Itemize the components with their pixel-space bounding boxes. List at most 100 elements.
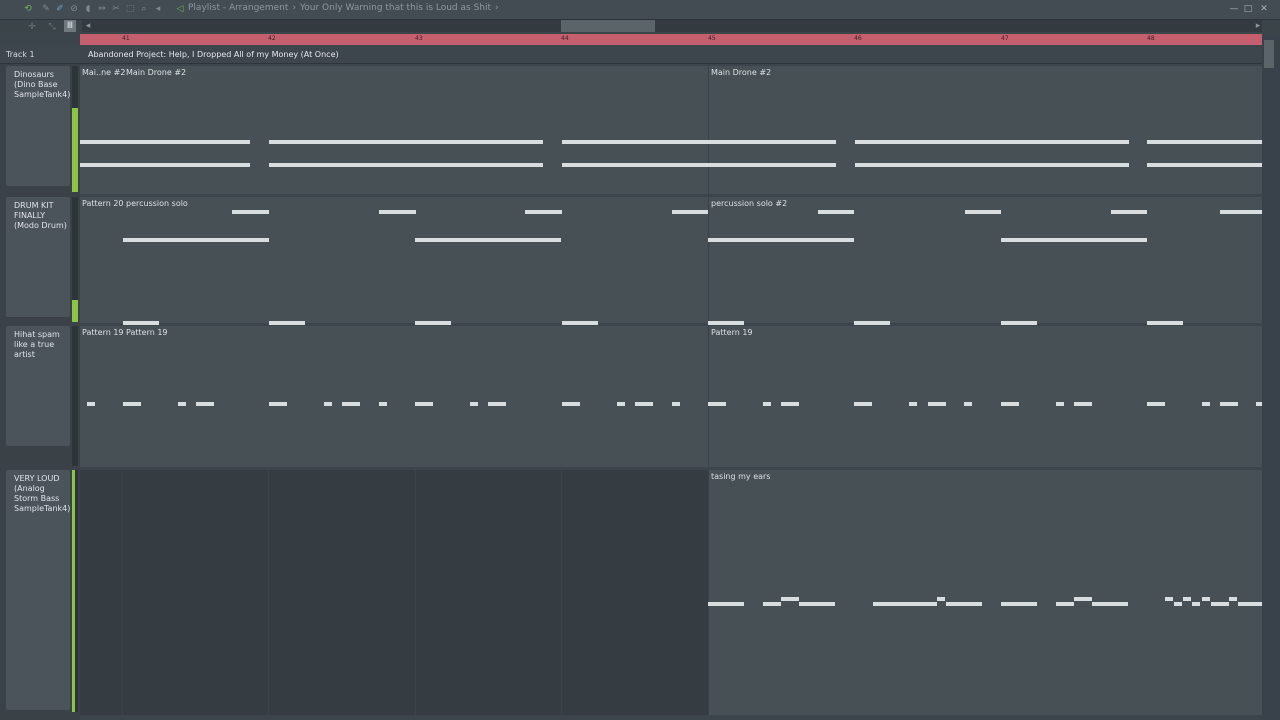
track-label[interactable]: Hihat spam like a true artist	[6, 326, 70, 446]
clip-name[interactable]: percussion solo #2	[711, 199, 787, 208]
note	[379, 402, 387, 406]
delete-icon[interactable]: ⊘	[68, 3, 80, 15]
clip-name[interactable]: Pattern 20	[82, 199, 124, 208]
note	[196, 402, 214, 406]
track-label-text: VERY LOUD (Analog Storm Bass SampleTank4…	[14, 474, 71, 513]
clip-name[interactable]: Pattern 19	[711, 328, 753, 337]
bar-line	[561, 470, 562, 715]
empty-lane-area[interactable]	[80, 470, 708, 715]
track-lane[interactable]	[80, 326, 1262, 467]
track-label-text: DRUM KIT FINALLY (Modo Drum)	[14, 201, 67, 230]
vertical-scrollbar[interactable]	[1262, 34, 1280, 720]
note	[799, 602, 835, 606]
note	[123, 402, 141, 406]
track-label[interactable]: DRUM KIT FINALLY (Modo Drum)	[6, 197, 70, 317]
bar-number: 43	[415, 35, 423, 42]
clip-name[interactable]: tasing my ears	[711, 472, 770, 481]
note	[1001, 238, 1147, 242]
play-icon[interactable]: ◁	[174, 3, 186, 15]
track-name[interactable]: Track 1	[6, 50, 35, 59]
bar-line	[122, 470, 123, 715]
bar-number: 41	[122, 35, 130, 42]
close-button[interactable]: ✕	[1258, 3, 1270, 15]
note	[946, 602, 982, 606]
zoom-icon[interactable]: ⌕	[138, 3, 150, 15]
timeline-ruler[interactable]	[80, 34, 1262, 45]
bar-number: 48	[1147, 35, 1155, 42]
note	[635, 402, 653, 406]
note	[562, 163, 836, 167]
note	[763, 402, 771, 406]
note	[708, 602, 744, 606]
clip-name[interactable]: Pattern 19	[82, 328, 124, 337]
note	[781, 402, 799, 406]
maximize-button[interactable]: □	[1242, 3, 1254, 15]
note	[232, 210, 269, 214]
clip-name[interactable]: percussion solo	[126, 199, 188, 208]
track-lane[interactable]	[80, 66, 1262, 194]
track-label-text: Hihat spam like a true artist	[14, 330, 60, 359]
track-lane[interactable]	[80, 197, 1262, 323]
note	[1220, 402, 1238, 406]
separator-icon: ›	[292, 3, 296, 13]
note	[763, 602, 781, 606]
horizontal-scrollbar[interactable]	[82, 20, 1262, 32]
mute-icon[interactable]: ◖	[82, 3, 94, 15]
note	[269, 402, 287, 406]
vertical-scroll-thumb[interactable]	[1264, 40, 1274, 68]
note	[562, 321, 598, 325]
scroll-left-icon[interactable]: ◂	[82, 20, 94, 32]
note	[415, 321, 451, 325]
note	[470, 402, 478, 406]
note	[1220, 210, 1262, 214]
note	[1202, 402, 1210, 406]
resize-icon[interactable]: ⤡	[46, 21, 58, 33]
note	[708, 321, 744, 325]
slice-icon[interactable]: ✂	[110, 3, 122, 15]
bar-number: 44	[561, 35, 569, 42]
clip-name[interactable]: Main Drone #2	[126, 68, 186, 77]
note	[1001, 321, 1037, 325]
note	[562, 402, 580, 406]
note	[854, 321, 890, 325]
note	[873, 602, 937, 606]
playback-icon[interactable]: ◂	[152, 3, 164, 15]
minimize-button[interactable]: —	[1228, 3, 1240, 15]
note	[525, 210, 562, 214]
bar-number: 42	[268, 35, 276, 42]
note	[123, 321, 159, 325]
note	[123, 238, 269, 242]
note	[1074, 402, 1092, 406]
bar-number: 45	[708, 35, 716, 42]
note	[1211, 602, 1229, 606]
select-icon[interactable]: ⬚	[124, 3, 136, 15]
snap-icon[interactable]: ⟲	[22, 3, 34, 15]
bar-line	[415, 470, 416, 715]
window-title: Playlist - Arrangement › Your Only Warning…	[188, 3, 503, 13]
zoom-in-icon[interactable]: ✛	[26, 21, 38, 33]
note	[1147, 140, 1262, 144]
horizontal-scroll-thumb[interactable]	[561, 20, 655, 32]
note	[1165, 597, 1173, 601]
clip-name[interactable]: Main Drone #2	[711, 68, 771, 77]
clip-name[interactable]: Mai..ne #2	[82, 68, 125, 77]
track-label[interactable]: VERY LOUD (Analog Storm Bass SampleTank4…	[6, 470, 70, 710]
piano-icon[interactable]: Ⅲ	[64, 20, 76, 32]
track-label[interactable]: Dinosaurs (Dino Base SampleTank4)	[6, 66, 70, 186]
note	[672, 402, 680, 406]
note	[1056, 402, 1064, 406]
draw-icon[interactable]: ✎	[40, 3, 52, 15]
marker-label[interactable]: Abandoned Project: Help, I Dropped All o…	[88, 50, 339, 59]
note	[708, 238, 854, 242]
note	[708, 402, 726, 406]
note	[928, 402, 946, 406]
scroll-right-icon[interactable]: ▸	[1252, 20, 1264, 32]
note	[1074, 597, 1092, 601]
slip-icon[interactable]: ⇔	[96, 3, 108, 15]
clip-name[interactable]: Pattern 19	[126, 328, 168, 337]
note	[1238, 602, 1262, 606]
note	[1229, 597, 1237, 601]
paint-icon[interactable]: ✐	[54, 3, 66, 15]
note	[1092, 602, 1128, 606]
note	[965, 210, 1001, 214]
